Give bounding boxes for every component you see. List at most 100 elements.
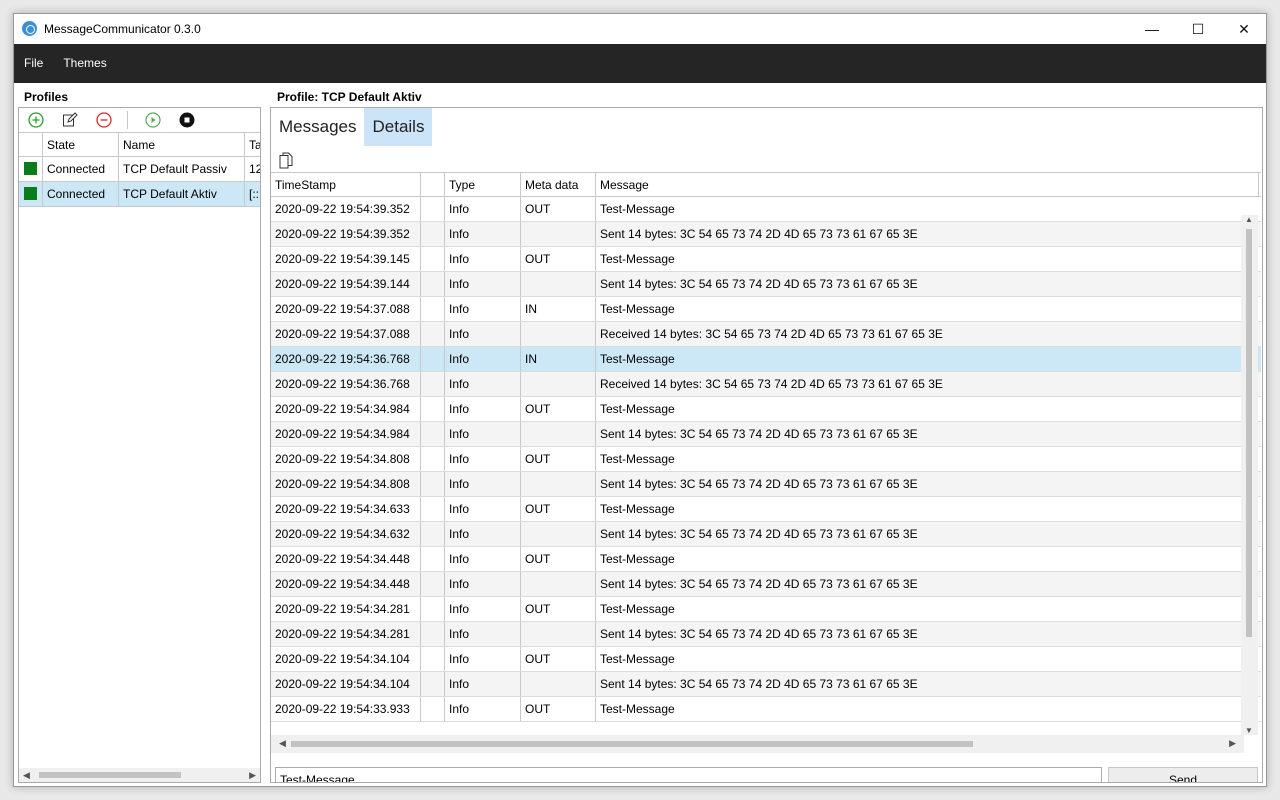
start-profile-button[interactable] [144,111,162,129]
profile-state: Connected [43,157,119,181]
close-button[interactable]: ✕ [1221,14,1266,44]
scroll-right-icon[interactable]: ▶ [1229,738,1236,749]
cell-message: Sent 14 bytes: 3C 54 65 73 74 2D 4D 65 7… [600,677,918,691]
cell-message: Sent 14 bytes: 3C 54 65 73 74 2D 4D 65 7… [600,477,918,491]
tab-details[interactable]: Details [364,108,433,146]
profile-row[interactable]: Connected TCP Default Passiv 12 [19,157,260,182]
cell-message: Test-Message [600,502,675,516]
scroll-down-icon[interactable]: ▼ [1245,726,1253,735]
cell-indicator [421,497,445,521]
column-header-type[interactable]: Type [445,173,521,196]
column-header-state[interactable]: State [43,133,119,156]
messages-vertical-scrollbar[interactable]: ▲ ▼ [1241,215,1258,735]
stop-profile-button[interactable] [178,111,196,129]
cell-timestamp: 2020-09-22 19:54:34.281 [271,622,421,646]
profiles-title: Profiles [24,90,69,104]
tab-messages[interactable]: Messages [271,108,364,146]
scroll-thumb[interactable] [39,772,181,778]
table-row[interactable]: 2020-09-22 19:54:37.088 Info Received 14 b… [271,322,1261,347]
maximize-button[interactable]: ☐ [1175,14,1221,44]
cell-meta-data [521,372,596,396]
menu-file[interactable]: File [14,44,53,83]
menu-themes[interactable]: Themes [53,44,116,83]
scroll-left-icon[interactable]: ◀ [23,770,30,781]
remove-profile-button[interactable] [95,111,113,129]
scroll-thumb[interactable] [291,741,973,747]
toolbar-separator [127,111,128,129]
cell-meta-data [521,572,596,596]
cell-indicator [421,197,445,221]
table-row[interactable]: 2020-09-22 19:54:34.281 Info Sent 14 bytes… [271,622,1261,647]
send-button[interactable]: Send [1108,767,1258,782]
edit-profile-button[interactable] [61,111,79,129]
cell-message: Sent 14 bytes: 3C 54 65 73 74 2D 4D 65 7… [600,627,918,641]
table-row[interactable]: 2020-09-22 19:54:34.984 Info Sent 14 bytes… [271,422,1261,447]
messages-horizontal-scrollbar[interactable]: ◀ ▶ [271,735,1244,753]
column-header-meta-data[interactable]: Meta data [521,173,596,196]
cell-meta-data: OUT [521,697,596,721]
cell-timestamp: 2020-09-22 19:54:37.088 [271,297,421,321]
table-row[interactable]: 2020-09-22 19:54:34.633 Info OUT Test-Messa… [271,497,1261,522]
minimize-button[interactable]: — [1129,14,1175,44]
table-row[interactable]: 2020-09-22 19:54:33.933 Info OUT Test-Messa… [271,697,1261,722]
scroll-up-icon[interactable]: ▲ [1245,215,1253,224]
cell-message: Sent 14 bytes: 3C 54 65 73 74 2D 4D 65 7… [600,227,918,241]
copy-icon [279,152,293,169]
column-header-name[interactable]: Name [119,133,245,156]
cell-indicator [421,447,445,471]
cell-timestamp: 2020-09-22 19:54:34.632 [271,522,421,546]
cell-meta-data: OUT [521,247,596,271]
add-profile-button[interactable] [27,111,45,129]
column-header-indicator[interactable] [421,173,445,196]
edit-icon [63,112,78,127]
cell-meta-data [521,472,596,496]
table-row[interactable]: 2020-09-22 19:54:34.808 Info Sent 14 bytes… [271,472,1261,497]
scroll-right-icon[interactable]: ▶ [249,770,256,781]
cell-meta-data [521,222,596,246]
copy-button[interactable] [279,152,295,170]
table-row[interactable]: 2020-09-22 19:54:34.984 Info OUT Test-Messa… [271,397,1261,422]
table-row[interactable]: 2020-09-22 19:54:34.281 Info OUT Test-Messa… [271,597,1261,622]
table-row[interactable]: 2020-09-22 19:54:34.808 Info OUT Test-Messa… [271,447,1261,472]
profile-target: [:: [245,182,260,206]
table-row[interactable]: 2020-09-22 19:54:39.352 Info Sent 14 bytes… [271,222,1261,247]
table-row[interactable]: 2020-09-22 19:54:34.448 Info OUT Test-Messa… [271,547,1261,572]
profile-row[interactable]: Connected TCP Default Aktiv [:: [19,182,260,207]
cell-timestamp: 2020-09-22 19:54:37.088 [271,322,421,346]
cell-message: Test-Message [600,702,675,716]
table-row[interactable]: 2020-09-22 19:54:37.088 Info IN Test-Messag… [271,297,1261,322]
message-input[interactable] [275,767,1102,782]
table-row[interactable]: 2020-09-22 19:54:36.768 Info Received 14 b… [271,372,1261,397]
table-row[interactable]: 2020-09-22 19:54:34.632 Info Sent 14 bytes… [271,522,1261,547]
cell-meta-data: OUT [521,497,596,521]
cell-indicator [421,322,445,346]
app-window: MessageCommunicator 0.3.0 — ☐ ✕ File The… [13,13,1267,787]
cell-type: Info [445,447,521,471]
cell-type: Info [445,347,521,371]
profiles-horizontal-scrollbar[interactable]: ◀ ▶ [19,768,260,782]
cell-indicator [421,622,445,646]
table-row[interactable]: 2020-09-22 19:54:39.145 Info OUT Test-Messa… [271,247,1261,272]
cell-indicator [421,572,445,596]
table-row[interactable]: 2020-09-22 19:54:34.448 Info Sent 14 bytes… [271,572,1261,597]
scroll-thumb[interactable] [1246,229,1252,637]
cell-meta-data [521,672,596,696]
column-header-message[interactable]: Message [596,173,1259,196]
messages-grid-header: TimeStamp Type Meta data Message [271,172,1261,197]
cell-indicator [421,297,445,321]
column-header-indicator[interactable] [19,133,43,156]
table-row[interactable]: 2020-09-22 19:54:36.768 Info IN Test-Messag… [271,347,1261,372]
cell-timestamp: 2020-09-22 19:54:36.768 [271,347,421,371]
cell-meta-data [521,422,596,446]
table-row[interactable]: 2020-09-22 19:54:34.104 Info OUT Test-Messa… [271,647,1261,672]
cell-meta-data: OUT [521,597,596,621]
profile-target: 12 [245,157,260,181]
column-header-timestamp[interactable]: TimeStamp [271,173,421,196]
table-row[interactable]: 2020-09-22 19:54:39.144 Info Sent 14 bytes… [271,272,1261,297]
table-row[interactable]: 2020-09-22 19:54:39.352 Info OUT Test-Messa… [271,197,1261,222]
cell-type: Info [445,272,521,296]
scroll-left-icon[interactable]: ◀ [279,738,286,749]
column-header-target[interactable]: Ta [245,133,260,156]
table-row[interactable]: 2020-09-22 19:54:34.104 Info Sent 14 bytes… [271,672,1261,697]
cell-timestamp: 2020-09-22 19:54:39.352 [271,222,421,246]
